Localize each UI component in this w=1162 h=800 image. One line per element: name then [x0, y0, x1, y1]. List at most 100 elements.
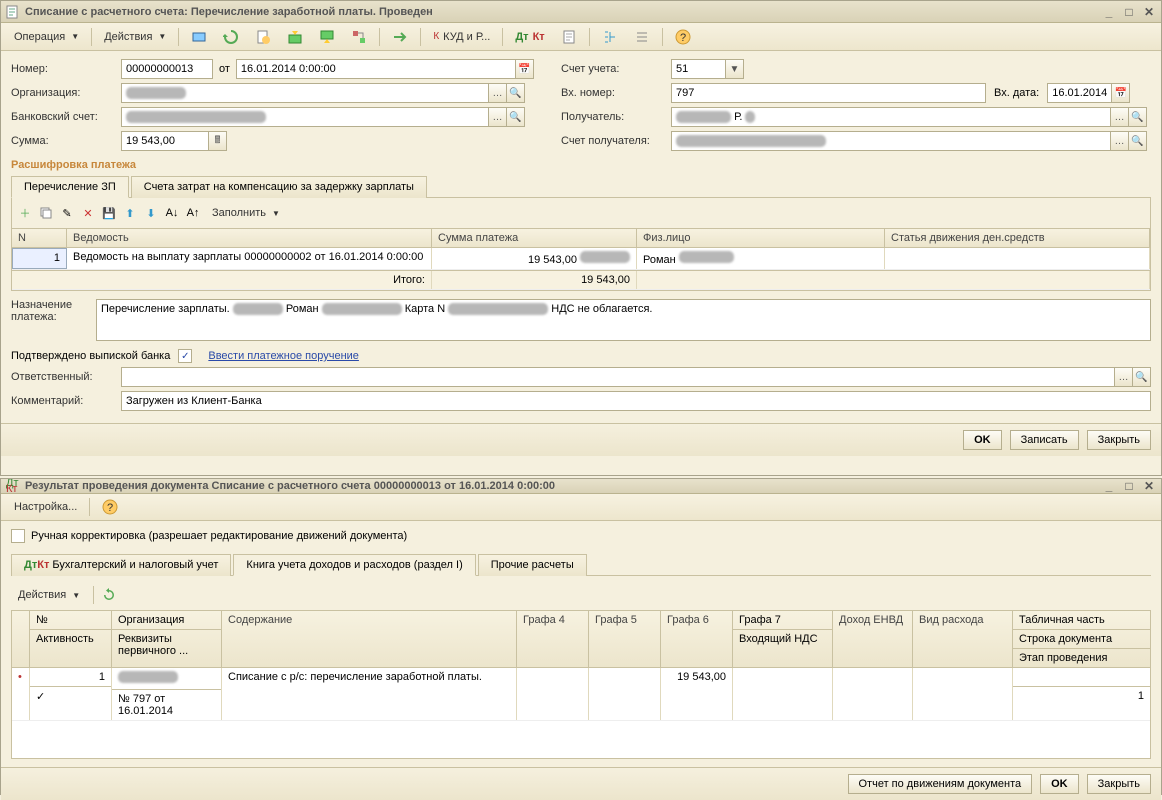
recipient-search-icon[interactable]: 🔍 — [1129, 107, 1147, 127]
sum-calc-icon[interactable]: 🖩 — [209, 131, 227, 151]
col-etap[interactable]: Этап проведения — [1013, 649, 1150, 667]
manual-correction-checkbox[interactable] — [11, 529, 25, 543]
col-num[interactable]: № — [30, 611, 111, 630]
tab-accounting[interactable]: ДтКт Бухгалтерский и налоговый учет — [11, 554, 231, 576]
col-activity[interactable]: Активность — [30, 630, 111, 648]
purpose-textarea[interactable]: Перечисление зарплаты. Роман Карта N НДС… — [96, 299, 1151, 341]
ok-button[interactable]: OK — [963, 430, 1002, 450]
edit-row-icon[interactable]: ✎ — [58, 204, 76, 222]
col-sod[interactable]: Содержание — [222, 611, 517, 667]
settings-button[interactable]: Настройка... — [7, 496, 84, 518]
ok-button-2[interactable]: OK — [1040, 774, 1079, 794]
number-input[interactable]: 00000000013 — [121, 59, 213, 79]
help-button[interactable]: ? — [668, 26, 698, 48]
report-button[interactable]: Отчет по движениям документа — [848, 774, 1033, 794]
recipient-input[interactable]: Р. — [671, 107, 1111, 127]
tb-icon-structure[interactable] — [344, 26, 374, 48]
recipient-select-icon[interactable]: … — [1111, 107, 1129, 127]
close-button-footer-2[interactable]: Закрыть — [1087, 774, 1151, 794]
date-input[interactable]: 16.01.2014 0:00:00 — [236, 59, 516, 79]
delete-row-icon[interactable]: ✕ — [79, 204, 97, 222]
org-search-icon[interactable]: 🔍 — [507, 83, 525, 103]
bank-input[interactable] — [121, 107, 489, 127]
account-dropdown-icon[interactable]: ▼ — [726, 59, 744, 79]
move-up-icon[interactable]: ⬆ — [121, 204, 139, 222]
org-select-icon[interactable]: … — [489, 83, 507, 103]
col-rekv[interactable]: Реквизиты первичного ... — [112, 630, 221, 658]
col-str[interactable]: Строка документа — [1013, 630, 1150, 649]
grid2-row[interactable]: • 1 ✓ № 797 от 16.01.2014 Списание с р/с… — [12, 668, 1150, 721]
bank-search-icon[interactable]: 🔍 — [507, 107, 525, 127]
org-input[interactable] — [121, 83, 489, 103]
col-vid[interactable]: Вид расхода — [913, 611, 1013, 667]
minimize-button[interactable]: _ — [1101, 5, 1117, 19]
tb-icon-refresh[interactable] — [216, 26, 246, 48]
resp-search-icon[interactable]: 🔍 — [1133, 367, 1151, 387]
tb-icon-go[interactable] — [385, 26, 415, 48]
col-org[interactable]: Организация — [112, 611, 221, 630]
recacct-input[interactable] — [671, 131, 1111, 151]
col-n[interactable]: N — [12, 229, 67, 247]
vxdate-input[interactable]: 16.01.2014 — [1047, 83, 1112, 103]
col-tabp[interactable]: Табличная часть — [1013, 611, 1150, 630]
tb-icon-dtkt[interactable]: ДтКт — [508, 26, 551, 48]
sort-desc-icon[interactable]: A↑ — [184, 204, 202, 222]
resp-select-icon[interactable]: … — [1115, 367, 1133, 387]
actions-dropdown[interactable]: Действия▼ — [97, 26, 173, 48]
add-row-icon[interactable]: ＋ — [16, 204, 34, 222]
col-g6[interactable]: Графа 6 — [661, 611, 733, 667]
recacct-search-icon[interactable]: 🔍 — [1129, 131, 1147, 151]
tab-compensation[interactable]: Счета затрат на компенсацию за задержку … — [131, 176, 427, 198]
grid-header: N Ведомость Сумма платежа Физ.лицо Стать… — [12, 229, 1150, 248]
date-picker-icon[interactable]: 📅 — [516, 59, 534, 79]
tb-icon-new[interactable] — [248, 26, 278, 48]
save-row-icon[interactable]: 💾 — [100, 204, 118, 222]
clone-row-icon[interactable] — [37, 204, 55, 222]
tab-kudip[interactable]: Книга учета доходов и расходов (раздел I… — [233, 554, 475, 576]
close-button-2[interactable]: ✕ — [1141, 479, 1157, 493]
responsible-input[interactable] — [121, 367, 1115, 387]
close-button[interactable]: ✕ — [1141, 5, 1157, 19]
close-button-footer[interactable]: Закрыть — [1087, 430, 1151, 450]
sort-asc-icon[interactable]: A↓ — [163, 204, 181, 222]
grid-row[interactable]: 1 Ведомость на выплату зарплаты 00000000… — [12, 248, 1150, 270]
actions2-dropdown[interactable]: Действия▼ — [11, 584, 87, 606]
col-g4[interactable]: Графа 4 — [517, 611, 589, 667]
col-fiz[interactable]: Физ.лицо — [637, 229, 885, 247]
sum-input[interactable]: 19 543,00 — [121, 131, 209, 151]
confirmed-checkbox[interactable]: ✓ — [178, 349, 192, 363]
help-button-2[interactable]: ? — [95, 496, 125, 518]
tab-transfer-zp[interactable]: Перечисление ЗП — [11, 176, 129, 198]
tb-icon-post[interactable] — [280, 26, 310, 48]
col-g5[interactable]: Графа 5 — [589, 611, 661, 667]
col-g7[interactable]: Графа 7 — [733, 611, 832, 630]
col-vnds[interactable]: Входящий НДС — [733, 630, 832, 648]
refresh-icon-2[interactable] — [100, 586, 118, 604]
account-input[interactable]: 51 — [671, 59, 726, 79]
recacct-select-icon[interactable]: … — [1111, 131, 1129, 151]
bank-select-icon[interactable]: … — [489, 107, 507, 127]
write-button[interactable]: Записать — [1010, 430, 1079, 450]
tb-icon-list[interactable] — [627, 26, 657, 48]
tb-icon-report[interactable] — [554, 26, 584, 48]
col-stat[interactable]: Статья движения ден.средств — [885, 229, 1150, 247]
col-denvd[interactable]: Доход ЕНВД — [833, 611, 913, 667]
tb-icon-tree[interactable] — [595, 26, 625, 48]
vxnum-input[interactable]: 797 — [671, 83, 986, 103]
maximize-button[interactable]: □ — [1121, 5, 1137, 19]
tb-icon-unpost[interactable] — [312, 26, 342, 48]
tab-other[interactable]: Прочие расчеты — [478, 554, 587, 576]
col-vedomost[interactable]: Ведомость — [67, 229, 432, 247]
kudip-button[interactable]: ККУД и Р... — [426, 26, 497, 48]
payment-order-link[interactable]: Ввести платежное поручение — [208, 350, 359, 362]
vxdate-picker-icon[interactable]: 📅 — [1112, 83, 1130, 103]
comment-input[interactable]: Загружен из Клиент-Банка — [121, 391, 1151, 411]
row-marker-icon: • — [12, 668, 30, 720]
col-sum[interactable]: Сумма платежа — [432, 229, 637, 247]
tb-icon-1[interactable] — [184, 26, 214, 48]
maximize-button-2[interactable]: □ — [1121, 479, 1137, 493]
move-down-icon[interactable]: ⬇ — [142, 204, 160, 222]
minimize-button-2[interactable]: _ — [1101, 479, 1117, 493]
fill-dropdown[interactable]: Заполнить▼ — [205, 202, 287, 224]
operation-dropdown[interactable]: Операция▼ — [7, 26, 86, 48]
